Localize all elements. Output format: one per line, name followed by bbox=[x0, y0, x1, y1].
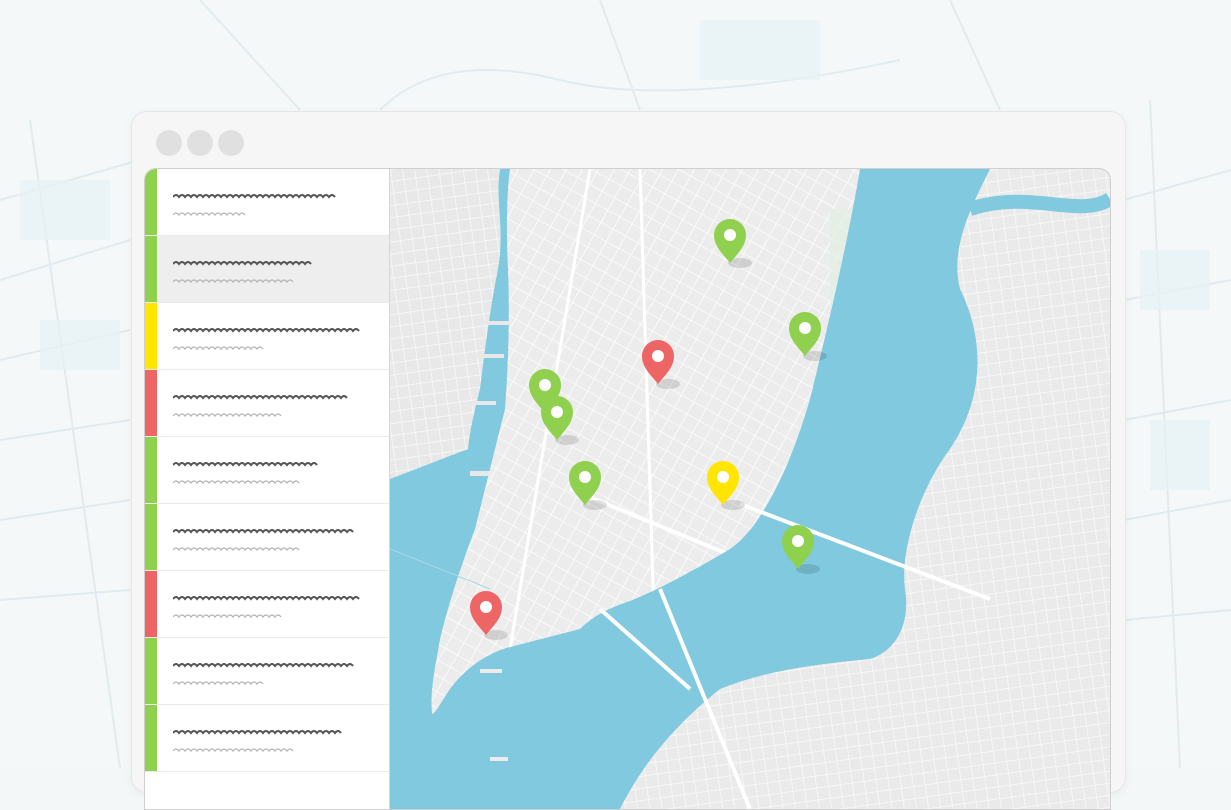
map-canvas[interactable] bbox=[390, 169, 1110, 809]
status-indicator bbox=[145, 303, 157, 369]
location-list-item[interactable] bbox=[145, 571, 389, 638]
list-item-placeholder-text bbox=[173, 395, 348, 418]
status-indicator bbox=[145, 638, 157, 704]
location-list-item[interactable] bbox=[145, 504, 389, 571]
status-indicator bbox=[145, 504, 157, 570]
location-list-item[interactable] bbox=[145, 638, 389, 705]
location-list-item[interactable] bbox=[145, 705, 389, 772]
location-list-item[interactable] bbox=[145, 303, 389, 370]
river-inlet bbox=[967, 192, 1110, 216]
list-item-placeholder-text bbox=[173, 194, 336, 217]
location-list-item[interactable] bbox=[145, 169, 389, 236]
status-indicator bbox=[145, 571, 157, 637]
list-item-placeholder-text bbox=[173, 596, 360, 619]
list-item-placeholder-text bbox=[173, 261, 312, 284]
status-indicator bbox=[145, 437, 157, 503]
status-indicator bbox=[145, 169, 157, 235]
browser-window bbox=[131, 111, 1126, 810]
list-item-placeholder-text bbox=[173, 462, 318, 485]
status-indicator bbox=[145, 705, 157, 771]
map-view[interactable] bbox=[390, 169, 1110, 809]
window-minimize-button[interactable] bbox=[187, 130, 213, 156]
status-indicator bbox=[145, 236, 157, 302]
location-list-item[interactable] bbox=[145, 437, 389, 504]
app-content bbox=[144, 168, 1111, 810]
location-list bbox=[145, 169, 390, 809]
location-list-item[interactable] bbox=[145, 236, 389, 303]
list-item-placeholder-text bbox=[173, 663, 354, 686]
list-item-placeholder-text bbox=[173, 730, 342, 753]
status-indicator bbox=[145, 370, 157, 436]
location-list-item[interactable] bbox=[145, 370, 389, 437]
window-maximize-button[interactable] bbox=[218, 130, 244, 156]
window-close-button[interactable] bbox=[156, 130, 182, 156]
list-item-placeholder-text bbox=[173, 529, 354, 552]
list-item-placeholder-text bbox=[173, 328, 360, 351]
